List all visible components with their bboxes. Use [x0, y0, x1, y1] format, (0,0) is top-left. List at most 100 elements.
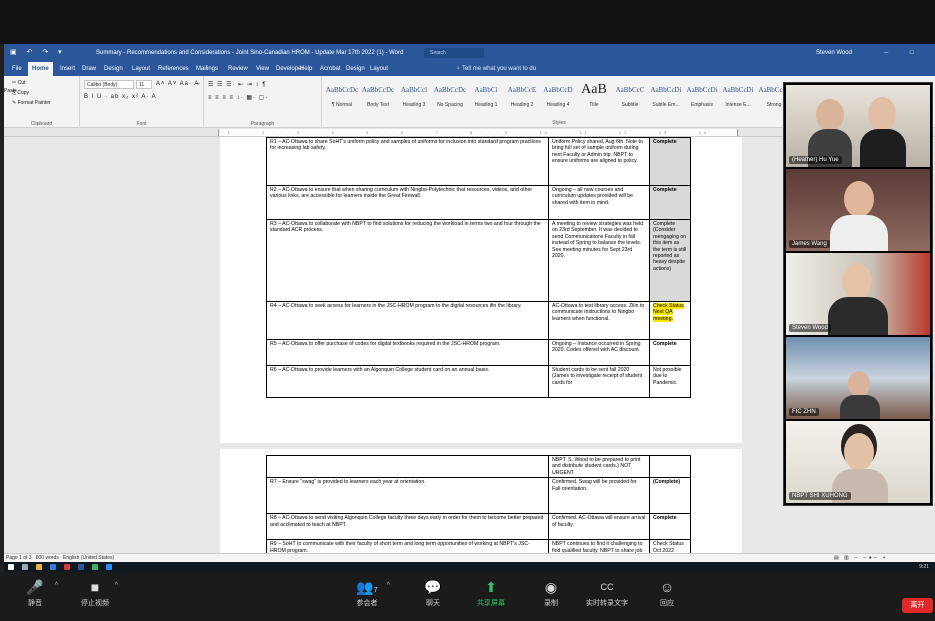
chevron-up-icon[interactable]: ^: [115, 582, 118, 589]
mute-button[interactable]: 🎤 静音 ^: [4, 572, 66, 621]
word-count[interactable]: 800 words: [36, 555, 59, 561]
table-cell-c1[interactable]: R5 – AC-Ottawa to offer purchase of code…: [266, 339, 549, 366]
chrome-icon[interactable]: [92, 564, 98, 570]
leave-meeting-button[interactable]: 离开: [902, 598, 933, 613]
table-cell-c2[interactable]: AC-Ottawa to test library access. Zilin …: [548, 301, 650, 340]
table-cell-c1[interactable]: R3 – AC-Ottawa to collaborate with NBPT …: [266, 219, 549, 302]
ribbon-tab-design[interactable]: Design: [342, 62, 369, 76]
participants-button[interactable]: 👥7 参会者 ^: [336, 572, 398, 621]
app-icon[interactable]: [64, 564, 70, 570]
ribbon-tab-references[interactable]: References: [154, 62, 193, 76]
ribbon-tab-insert[interactable]: Insert: [56, 62, 79, 76]
style-11[interactable]: AaBbCcDi Intense E...: [720, 78, 756, 116]
table-cell-c3[interactable]: Complete: [649, 185, 691, 220]
zoom-app-icon[interactable]: [106, 564, 112, 570]
table-cell-c2[interactable]: Ongoing – Instance occurred in Spring 20…: [548, 339, 650, 366]
folder-icon[interactable]: [36, 564, 42, 570]
style-10[interactable]: AaBbCcDi Emphasis: [684, 78, 720, 116]
table-cell-c3[interactable]: Check Status Next QA meeting.: [649, 301, 691, 340]
style-0[interactable]: AaBbCcDc ¶ Normal: [324, 78, 360, 116]
participant-tile-4[interactable]: FIC ZHN: [786, 337, 930, 419]
table-cell-c1[interactable]: R1 – AC-Ottawa to share SoHT's uniform p…: [266, 137, 549, 186]
table-cell-c1[interactable]: R7 – Ensure "swag" is provided to learne…: [266, 477, 549, 515]
table-cell-c2[interactable]: Confirmed. AC-Ottawa will ensure arrival…: [548, 513, 650, 541]
style-2[interactable]: AaBbCcl Heading 3: [396, 78, 432, 116]
start-icon[interactable]: [8, 564, 14, 570]
paragraph-list-tools[interactable]: ☰ ☰ ☰· ⇤ ⇥ ↕ ¶: [208, 81, 266, 88]
participant-tile-1[interactable]: (Heather) Hu Yue: [786, 85, 930, 167]
format-painter-button[interactable]: ✎ Format Painter: [12, 100, 51, 106]
participant-body: [828, 297, 888, 335]
ribbon-tab-mailings[interactable]: Mailings: [192, 62, 222, 76]
search-icon[interactable]: [22, 564, 28, 570]
font-size-box[interactable]: 11: [136, 80, 152, 89]
participant-tile-5[interactable]: NBPT SHI XUHONG: [786, 421, 930, 503]
table-cell-c2[interactable]: NBPT. S. Wood to be prepared to print an…: [548, 454, 650, 479]
table-cell-c3[interactable]: Complete: [649, 513, 691, 541]
ribbon-tab-acrobat[interactable]: Acrobat: [316, 62, 345, 76]
table-cell-c3[interactable]: Complete (Consider reengaging on this it…: [649, 219, 691, 302]
ribbon-tab-layout[interactable]: Layout: [128, 62, 154, 76]
font-format-tools[interactable]: B I U · ab x₂ x² A· A: [84, 94, 157, 100]
table-cell-c2[interactable]: Uniform Policy shared, Aug 6th. Note to …: [548, 137, 650, 186]
style-5[interactable]: AaBbCcE Heading 2: [504, 78, 540, 116]
style-7[interactable]: AaB Title: [576, 78, 612, 116]
quick-access-toolbar[interactable]: ▣ ↶ ↷ ▾: [10, 44, 66, 62]
paragraph-align-tools[interactable]: ≡ ≡ ≡ ≡ ↕· ▦· ▢·: [208, 94, 268, 101]
table-cell-c2[interactable]: Ongoing – all new courses and curriculum…: [548, 185, 650, 220]
ribbon-tab-review[interactable]: Review: [224, 62, 252, 76]
participant-tile-3[interactable]: Steven Wood: [786, 253, 930, 335]
style-9[interactable]: AaBbCcDi Subtle Em...: [648, 78, 684, 116]
table-cell-c1[interactable]: R2 – AC-Ottawa to ensure that when shari…: [266, 185, 549, 220]
chat-button[interactable]: 💬 聊天: [402, 572, 464, 621]
chevron-up-icon[interactable]: ^: [387, 582, 390, 589]
ribbon-tab-help[interactable]: Help: [296, 62, 316, 76]
table-cell-c3[interactable]: (Complete): [649, 477, 691, 515]
chevron-up-icon[interactable]: ^: [55, 582, 58, 589]
share-screen-button[interactable]: ⬆ 共享屏幕: [460, 572, 522, 621]
style-1[interactable]: AaBbCcDc Body Text: [360, 78, 396, 116]
style-8[interactable]: AaBbCcC Subtitle: [612, 78, 648, 116]
cut-button[interactable]: ✂ Cut: [12, 80, 25, 86]
title-search-box[interactable]: Search: [424, 48, 484, 58]
ribbon-tab-file[interactable]: File: [8, 62, 26, 76]
style-4[interactable]: AaBbCi Heading 1: [468, 78, 504, 116]
table-cell-c1[interactable]: R4 – AC-Ottawa to seek access for learne…: [266, 301, 549, 340]
table-cell-c2[interactable]: Student cards to be sent fall 2020 (Jame…: [548, 365, 650, 398]
language-indicator[interactable]: English (United States): [63, 555, 114, 561]
table-cell-c3[interactable]: Not possible due to Pandemic.: [649, 365, 691, 398]
tell-me-box[interactable]: ♀ Tell me what you want to do: [456, 62, 536, 76]
table-cell-c1[interactable]: [266, 454, 549, 479]
record-button[interactable]: ◉ 录制: [520, 572, 582, 621]
table-cell-c2[interactable]: Confirmed. Swag will be provided for Fal…: [548, 477, 650, 515]
table-cell-c1[interactable]: R8 – AC-Ottawa to send visiting Algonqui…: [266, 513, 549, 541]
word-icon[interactable]: [78, 564, 84, 570]
ribbon-tab-design[interactable]: Design: [100, 62, 127, 76]
ribbon-tab-layout[interactable]: Layout: [366, 62, 392, 76]
reactions-button[interactable]: ☺ 回应: [636, 572, 698, 621]
ribbon-tab-draw[interactable]: Draw: [78, 62, 100, 76]
font-size-tools[interactable]: A˄ A˅ Aa· A̶: [156, 81, 199, 87]
table-cell-c3[interactable]: Complete: [649, 137, 691, 186]
style-6[interactable]: AaBbCcD Heading 4: [540, 78, 576, 116]
table-cell-c1[interactable]: R9 – SoHT to communicate with their facu…: [266, 539, 549, 553]
style-3[interactable]: AaBbCcDc No Spacing: [432, 78, 468, 116]
copy-button[interactable]: ⎘ Copy: [12, 90, 29, 96]
table-cell-c3[interactable]: Check Status Oct 2022 (Paused due to tra…: [649, 539, 691, 553]
table-cell-c1[interactable]: R6 – AC-Ottawa to provide learners with …: [266, 365, 549, 398]
table-cell-c2[interactable]: A meeting to review strategies was held …: [548, 219, 650, 302]
page-2[interactable]: NBPT. S. Wood to be prepared to print an…: [220, 449, 742, 553]
table-cell-c3[interactable]: Complete: [649, 339, 691, 366]
live-transcript-button[interactable]: CC 实时转录文字: [576, 572, 638, 621]
account-name[interactable]: Steven Wood: [816, 44, 852, 62]
page-1[interactable]: R1 – AC-Ottawa to share SoHT's uniform p…: [220, 137, 742, 443]
edge-icon[interactable]: [50, 564, 56, 570]
font-name-box[interactable]: Calibri (Body): [84, 80, 134, 89]
ribbon-tab-home[interactable]: Home: [28, 62, 53, 76]
table-cell-c3[interactable]: [649, 454, 691, 479]
participant-tile-2[interactable]: James Wang: [786, 169, 930, 251]
table-cell-c2[interactable]: NBPT continues to find it challenging to…: [548, 539, 650, 553]
page-count[interactable]: Page 1 of 3: [6, 555, 32, 561]
ribbon-tab-view[interactable]: View: [252, 62, 273, 76]
stop-video-button[interactable]: ■ 停止视频 ^: [64, 572, 126, 621]
